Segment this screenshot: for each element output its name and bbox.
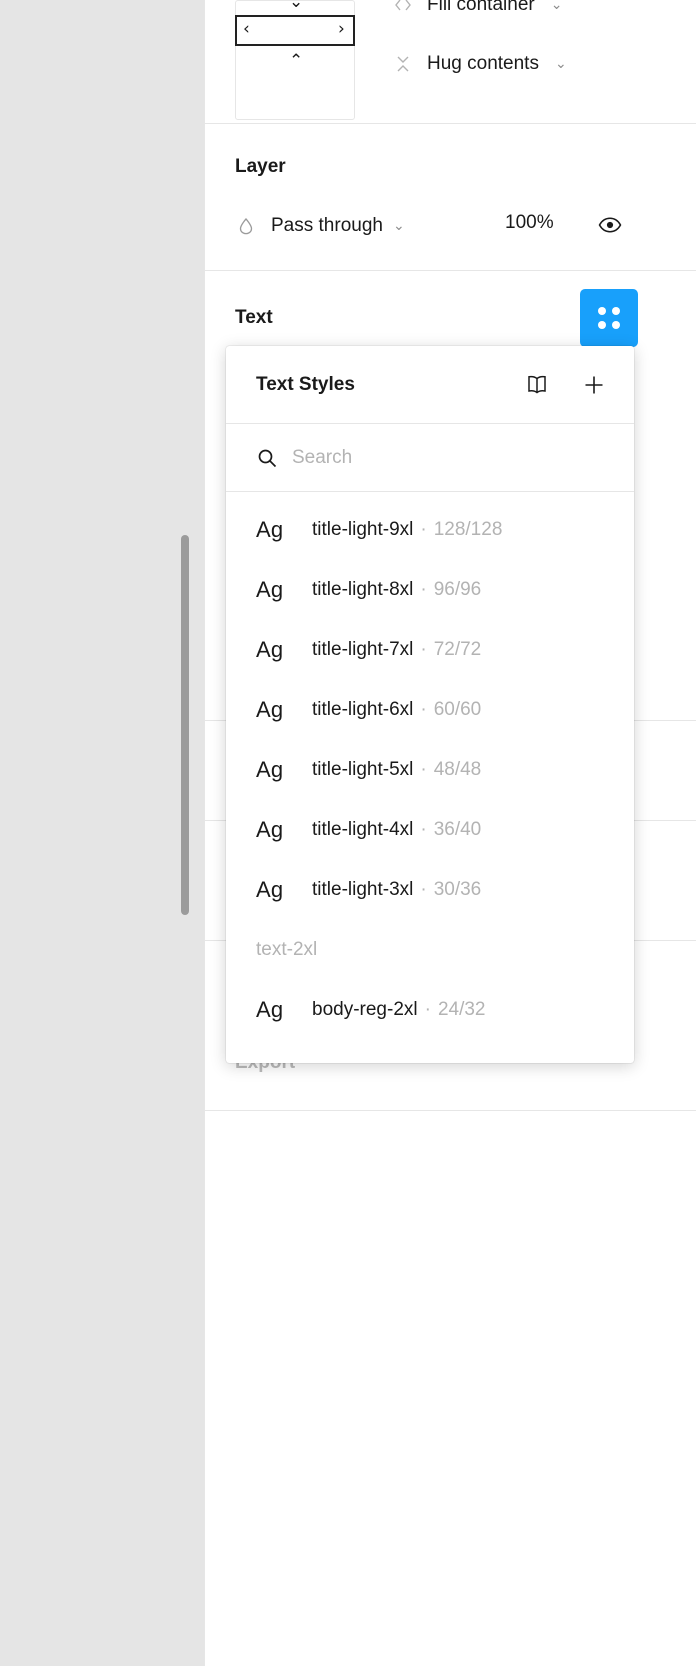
text-style-row[interactable]: Ag title-light-3xl · 30/36 bbox=[226, 860, 634, 920]
style-separator: · bbox=[420, 519, 427, 540]
style-preview-glyph: Ag bbox=[256, 577, 284, 602]
style-name: title-light-3xl bbox=[312, 879, 414, 900]
text-style-row[interactable]: Ag title-light-8xl · 96/96 bbox=[226, 560, 634, 620]
style-metrics: 30/36 bbox=[433, 879, 482, 900]
chevron-right-icon[interactable]: › bbox=[338, 21, 345, 38]
style-name: title-light-5xl bbox=[312, 759, 414, 780]
style-preview-glyph: Ag bbox=[256, 637, 284, 662]
popup-search-row[interactable] bbox=[226, 424, 634, 492]
text-style-row[interactable]: Ag title-light-6xl · 60/60 bbox=[226, 680, 634, 740]
popup-header: Text Styles bbox=[226, 346, 634, 424]
section-divider bbox=[205, 1110, 696, 1111]
text-styles-popup: Text Styles Ag title-light-9xl · 128/128 Ag t… bbox=[226, 346, 634, 1063]
style-name: title-light-6xl bbox=[312, 699, 414, 720]
chevron-down-icon[interactable]: ⌄ bbox=[551, 0, 563, 13]
style-separator: · bbox=[420, 759, 427, 780]
text-style-list: Ag title-light-9xl · 128/128 Ag title-light-8… bbox=[226, 492, 634, 1040]
text-style-row[interactable]: Ag title-light-9xl · 128/128 bbox=[226, 500, 634, 560]
style-preview-glyph: Ag bbox=[256, 997, 284, 1022]
style-name: title-light-8xl bbox=[312, 579, 414, 600]
text-style-row[interactable]: Ag body-reg-2xl · 24/32 bbox=[226, 980, 634, 1040]
popup-title: Text Styles bbox=[256, 373, 355, 395]
blend-mode-label: Pass through bbox=[271, 215, 383, 236]
fill-container-icon bbox=[393, 0, 413, 15]
vertical-resizing-label: Hug contents bbox=[427, 53, 539, 74]
chevron-down-icon[interactable]: ⌄ bbox=[555, 56, 567, 72]
blend-mode-control[interactable]: Pass through ⌄ bbox=[235, 212, 405, 240]
style-separator: · bbox=[424, 999, 431, 1020]
four-dot-grid-icon bbox=[598, 307, 620, 329]
style-name: title-light-9xl bbox=[312, 519, 414, 540]
panel-empty-area bbox=[205, 1112, 696, 1666]
style-separator: · bbox=[420, 879, 427, 900]
style-preview-glyph: Ag bbox=[256, 517, 284, 542]
style-name: body-reg-2xl bbox=[312, 999, 418, 1020]
alignment-pad-selected-row[interactable] bbox=[235, 15, 355, 46]
book-icon[interactable] bbox=[522, 370, 552, 400]
opacity-value[interactable]: 100% bbox=[505, 212, 554, 234]
layout-section: ⌄ ⌃ ‹ › Fill container ⌄ Hug contents ⌄ bbox=[205, 0, 696, 123]
style-preview-glyph: Ag bbox=[256, 817, 284, 842]
style-separator: · bbox=[420, 639, 427, 660]
chevron-left-icon[interactable]: ‹ bbox=[243, 21, 250, 38]
style-group-header: text-2xl bbox=[256, 939, 318, 960]
style-preview-glyph: Ag bbox=[256, 697, 284, 722]
text-section-title: Text bbox=[235, 307, 273, 328]
layer-section-title: Layer bbox=[235, 156, 286, 177]
layer-section: Layer Pass through ⌄ 100% bbox=[205, 124, 696, 270]
style-separator: · bbox=[420, 819, 427, 840]
style-preview-glyph: Ag bbox=[256, 877, 284, 902]
vertical-resizing-control[interactable]: Hug contents ⌄ bbox=[393, 53, 567, 75]
search-icon bbox=[256, 447, 278, 469]
style-name: title-light-7xl bbox=[312, 639, 414, 660]
style-metrics: 128/128 bbox=[433, 519, 503, 540]
plus-icon[interactable] bbox=[580, 371, 608, 399]
eye-icon[interactable] bbox=[597, 212, 623, 238]
text-style-row[interactable]: Ag title-light-7xl · 72/72 bbox=[226, 620, 634, 680]
blend-mode-icon bbox=[235, 215, 257, 237]
text-styles-button[interactable] bbox=[580, 289, 638, 347]
style-preview-glyph: Ag bbox=[256, 757, 284, 782]
text-style-row[interactable]: Ag title-light-4xl · 36/40 bbox=[226, 800, 634, 860]
style-metrics: 72/72 bbox=[433, 639, 482, 660]
chevron-down-icon[interactable]: ⌄ bbox=[289, 0, 303, 11]
horizontal-resizing-control[interactable]: Fill container ⌄ bbox=[393, 0, 562, 16]
search-input[interactable] bbox=[292, 446, 572, 469]
text-style-row[interactable]: Ag title-light-5xl · 48/48 bbox=[226, 740, 634, 800]
chevron-down-icon[interactable]: ⌄ bbox=[393, 218, 405, 234]
style-separator: · bbox=[420, 699, 427, 720]
style-metrics: 48/48 bbox=[433, 759, 482, 780]
canvas-gutter bbox=[0, 0, 204, 1666]
style-separator: · bbox=[420, 579, 427, 600]
hug-contents-icon bbox=[393, 54, 413, 74]
style-metrics: 24/32 bbox=[437, 999, 486, 1020]
style-metrics: 60/60 bbox=[433, 699, 482, 720]
horizontal-resizing-label: Fill container bbox=[427, 0, 535, 15]
style-metrics: 36/40 bbox=[433, 819, 482, 840]
style-name: title-light-4xl bbox=[312, 819, 414, 840]
chevron-up-icon[interactable]: ⌃ bbox=[289, 53, 303, 70]
style-metrics: 96/96 bbox=[433, 579, 482, 600]
panel-scrollbar[interactable] bbox=[181, 535, 189, 915]
